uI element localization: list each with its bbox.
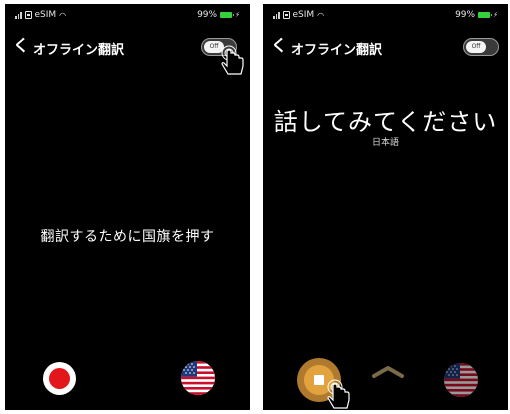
page-title: オフライン翻訳 bbox=[291, 43, 383, 58]
source-language-label: 日本語 bbox=[371, 138, 399, 148]
hand-tap-icon bbox=[221, 45, 244, 75]
battery-percent: 99% bbox=[197, 10, 218, 20]
battery-icon bbox=[478, 12, 493, 18]
phone-screen-idle: eSIM ◠ 99% ⚡ く オフライン翻訳 Off 翻訳するために国旗を押す bbox=[5, 4, 250, 410]
back-button[interactable]: く bbox=[271, 37, 287, 55]
charging-icon: ⚡ bbox=[235, 11, 240, 19]
speak-prompt: 話してみてください bbox=[273, 108, 498, 136]
page-title: オフライン翻訳 bbox=[33, 43, 125, 58]
stop-icon bbox=[314, 375, 324, 385]
phone-screen-listening: eSIM ◠ 99% ⚡ く オフライン翻訳 Off 話してみてください 日本語 bbox=[263, 4, 508, 410]
hand-tap-icon bbox=[327, 379, 350, 409]
signal-icon bbox=[273, 11, 280, 19]
offline-toggle[interactable]: Off bbox=[463, 38, 499, 56]
sim-icon bbox=[24, 11, 32, 19]
toggle-knob-label: Off bbox=[466, 41, 486, 53]
record-icon bbox=[49, 368, 70, 389]
back-button[interactable]: く bbox=[13, 37, 29, 55]
sim-icon bbox=[282, 11, 290, 19]
record-button[interactable] bbox=[43, 362, 76, 395]
us-flag-icon bbox=[444, 363, 478, 397]
chevron-up-icon[interactable] bbox=[371, 365, 405, 379]
status-bar: eSIM ◠ 99% ⚡ bbox=[15, 10, 240, 24]
signal-icon bbox=[15, 11, 22, 19]
instruction-text: 翻訳するために国旗を押す bbox=[40, 229, 215, 245]
us-flag-icon bbox=[181, 361, 215, 395]
charging-icon: ⚡ bbox=[493, 11, 498, 19]
us-flag-button[interactable] bbox=[181, 361, 215, 395]
carrier-label: eSIM bbox=[34, 10, 57, 20]
battery-icon bbox=[220, 12, 235, 18]
status-bar: eSIM ◠ 99% ⚡ bbox=[273, 10, 498, 24]
battery-percent: 99% bbox=[455, 10, 476, 20]
wifi-icon: ◠ bbox=[59, 10, 67, 20]
us-flag-button[interactable] bbox=[444, 363, 478, 397]
carrier-label: eSIM bbox=[292, 10, 315, 20]
wifi-icon: ◠ bbox=[317, 10, 325, 20]
